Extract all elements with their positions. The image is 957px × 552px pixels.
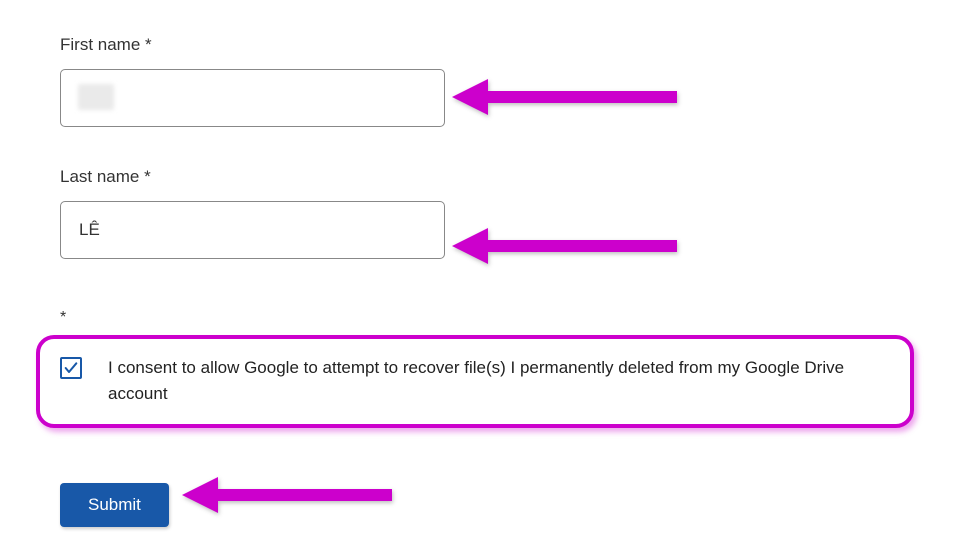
first-name-input[interactable] xyxy=(60,69,445,127)
blurred-first-name-value xyxy=(78,84,114,110)
form-container: First name * Last name * * I consent to … xyxy=(0,0,957,527)
consent-required-mark: * xyxy=(60,309,897,327)
consent-highlight-box: I consent to allow Google to attempt to … xyxy=(36,335,914,428)
consent-group: * I consent to allow Google to attempt t… xyxy=(60,309,897,428)
check-icon xyxy=(63,360,79,376)
consent-checkbox-wrap xyxy=(60,357,82,379)
last-name-group: Last name * xyxy=(60,167,897,259)
last-name-input[interactable] xyxy=(60,201,445,259)
consent-text: I consent to allow Google to attempt to … xyxy=(108,355,890,408)
first-name-group: First name * xyxy=(60,35,897,127)
consent-checkbox[interactable] xyxy=(60,357,82,379)
first-name-label: First name * xyxy=(60,35,897,55)
submit-button[interactable]: Submit xyxy=(60,483,169,527)
last-name-label: Last name * xyxy=(60,167,897,187)
